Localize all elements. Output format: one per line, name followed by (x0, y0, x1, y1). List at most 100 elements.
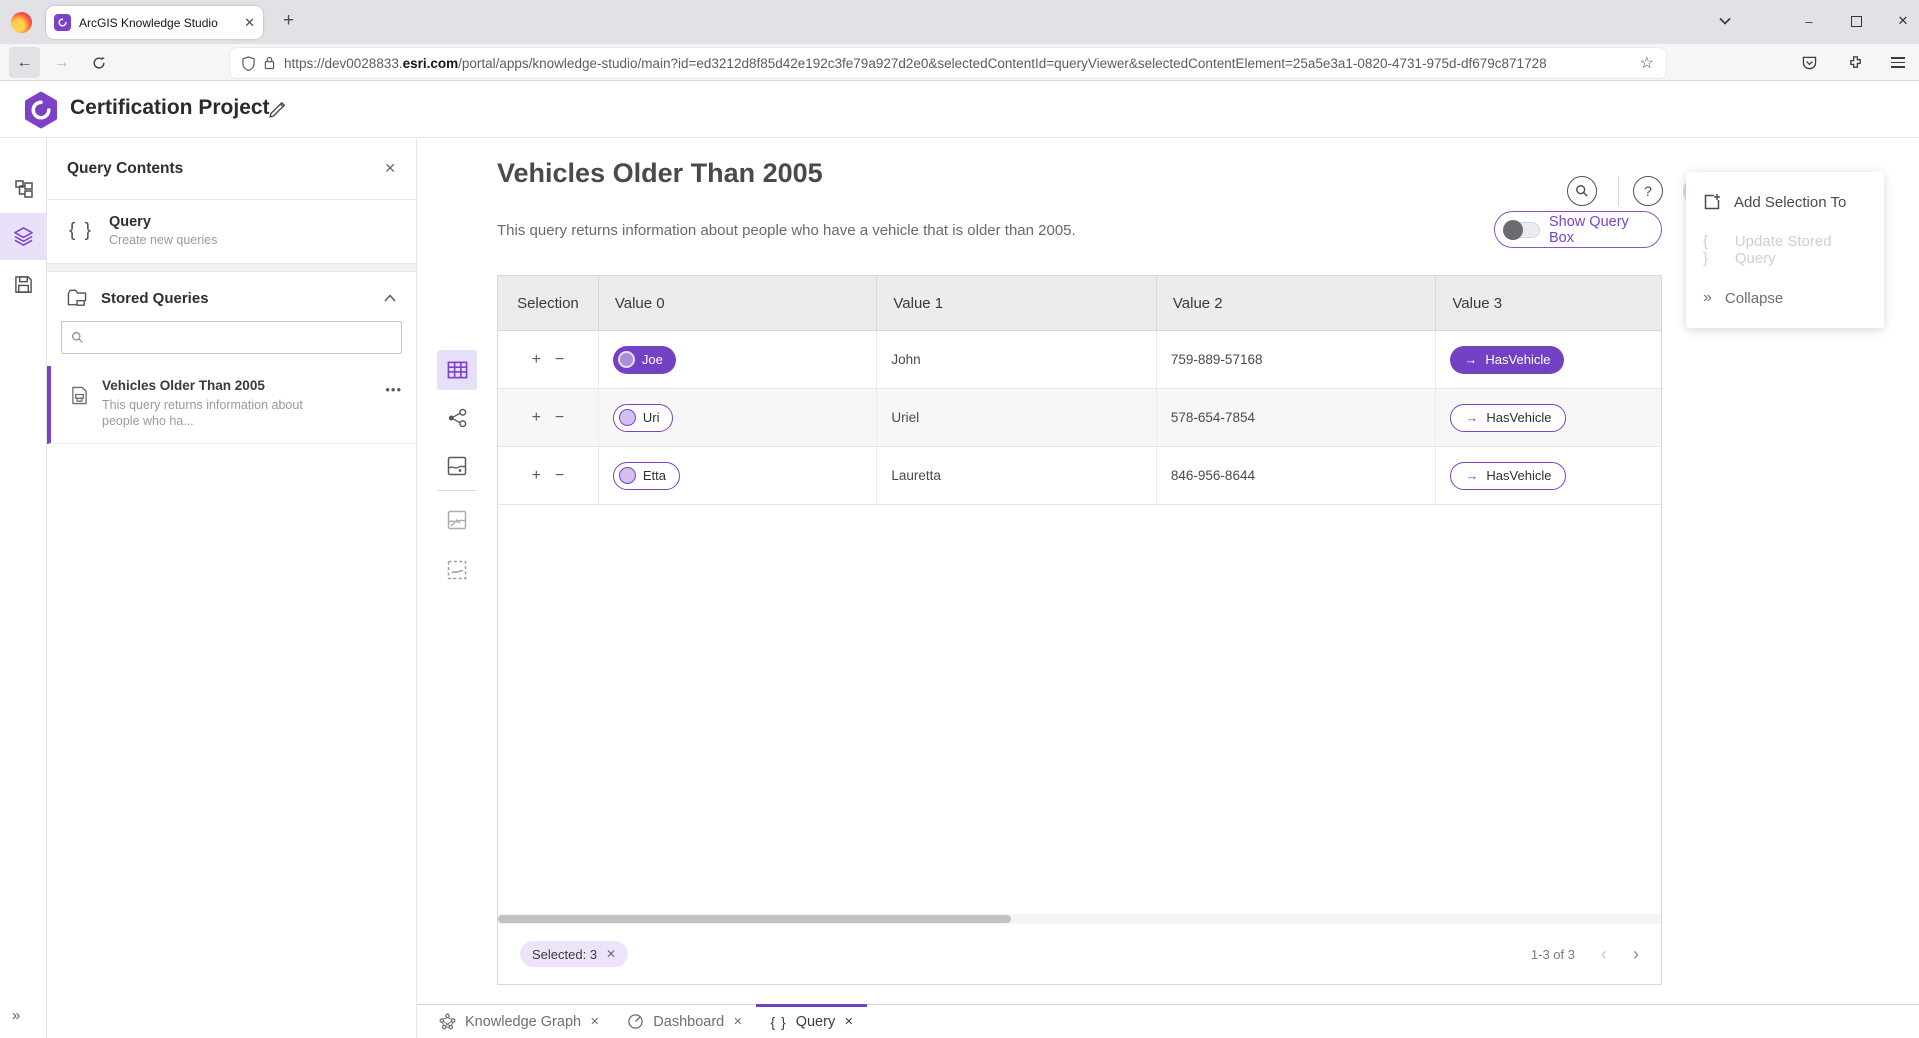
stored-query-options-icon[interactable]: ••• (385, 382, 402, 397)
edit-pencil-icon[interactable] (268, 101, 286, 119)
menu-item-collapse[interactable]: » Collapse (1686, 274, 1884, 322)
table-row[interactable]: + − Joe John 759-889-57168 → HasVehicle (498, 331, 1661, 389)
stored-queries-header[interactable]: Stored Queries (47, 272, 416, 319)
folder-icon (67, 289, 87, 307)
tab-knowledge-graph[interactable]: Knowledge Graph ✕ (425, 1005, 613, 1038)
stored-queries-title: Stored Queries (101, 290, 370, 307)
tab-close-icon[interactable]: ✕ (733, 1015, 742, 1028)
forward-button[interactable]: → (46, 47, 77, 78)
extensions-icon[interactable] (1840, 47, 1871, 78)
cell-value1[interactable]: Uriel (877, 389, 1157, 446)
scrollbar-thumb[interactable] (498, 915, 1011, 923)
link-chart-button[interactable] (437, 398, 477, 438)
map-view-button[interactable] (437, 446, 477, 486)
remove-from-selection-icon[interactable]: − (555, 409, 564, 427)
new-map-from-selection-button[interactable] (437, 500, 477, 540)
horizontal-scrollbar[interactable] (498, 914, 1661, 924)
cell-value1[interactable]: Lauretta (877, 447, 1157, 504)
new-query-item[interactable]: { } Query Create new queries (47, 200, 416, 263)
window-close-button[interactable]: ✕ (1887, 6, 1919, 36)
window-minimize-button[interactable]: – (1793, 6, 1825, 36)
add-to-selection-icon[interactable]: + (532, 409, 541, 427)
menu-hamburger-icon[interactable] (1882, 47, 1913, 78)
braces-icon: { } (69, 220, 93, 242)
stored-queries-search[interactable] (61, 321, 402, 354)
lock-icon[interactable] (264, 56, 275, 70)
table-row[interactable]: + − Uri Uriel 578-654-7854 → HasVehicle (498, 389, 1661, 447)
show-query-box-toggle[interactable] (1504, 222, 1540, 238)
show-query-box-button[interactable]: Show Query Box (1494, 211, 1662, 248)
toolstrip-divider (437, 490, 477, 491)
selected-count-chip[interactable]: Selected: 3 ✕ (520, 941, 628, 967)
search-button[interactable] (1567, 176, 1597, 206)
window-maximize-button[interactable] (1840, 6, 1872, 36)
menu-item-update-stored-query[interactable]: { } Update Stored Query (1686, 226, 1884, 274)
search-icon (1567, 176, 1597, 206)
relationship-pill[interactable]: → HasVehicle (1450, 404, 1566, 432)
app-header: Certification Project ? PL publisher2 la… (0, 81, 1919, 138)
tab-close-icon[interactable]: ✕ (244, 15, 255, 31)
tab-close-icon[interactable]: ✕ (844, 1015, 853, 1028)
relationship-pill[interactable]: → HasVehicle (1450, 346, 1564, 374)
cell-value2[interactable]: 578-654-7854 (1157, 389, 1437, 446)
entity-pill[interactable]: Etta (613, 462, 680, 490)
table-view-button[interactable] (437, 350, 477, 390)
chevron-up-icon[interactable] (384, 294, 396, 302)
map-layers-icon (447, 510, 467, 530)
remove-from-selection-icon[interactable]: − (555, 351, 564, 369)
stored-query-doc-icon (71, 386, 88, 405)
expand-rail-icon[interactable]: » (12, 1007, 20, 1024)
entity-pill[interactable]: Joe (613, 346, 676, 374)
save-button[interactable] (0, 261, 47, 308)
url-bar[interactable]: https://dev0028833.esri.com/portal/apps/… (230, 48, 1666, 78)
cell-value1[interactable]: John (877, 331, 1157, 388)
search-input[interactable] (92, 330, 392, 345)
next-page-icon[interactable]: › (1633, 945, 1639, 963)
back-button[interactable]: ← (9, 47, 40, 78)
add-to-selection-icon[interactable]: + (532, 467, 541, 485)
selection-map-button[interactable] (437, 550, 477, 590)
arrow-right-icon: → (1464, 352, 1477, 367)
header-divider (1618, 176, 1619, 206)
column-header-value3[interactable]: Value 3 (1436, 276, 1661, 330)
data-model-button[interactable] (0, 165, 47, 212)
browser-tab[interactable]: ArcGIS Knowledge Studio ✕ (46, 6, 263, 39)
tab-close-icon[interactable]: ✕ (590, 1015, 599, 1028)
contents-button-active[interactable] (0, 213, 47, 260)
stored-query-item-selected[interactable]: Vehicles Older Than 2005 This query retu… (47, 366, 416, 444)
menu-item-add-selection-to[interactable]: Add Selection To (1686, 178, 1884, 226)
relationship-pill[interactable]: → HasVehicle (1450, 462, 1566, 490)
column-header-value0[interactable]: Value 0 (599, 276, 878, 330)
bookmark-star-icon[interactable]: ☆ (1640, 53, 1654, 73)
entity-dot-icon (619, 409, 636, 426)
tab-dashboard[interactable]: Dashboard ✕ (613, 1005, 756, 1038)
selection-context-menu: Add Selection To { } Update Stored Query… (1686, 172, 1884, 328)
previous-page-icon[interactable]: ‹ (1601, 945, 1607, 963)
pocket-icon[interactable] (1794, 47, 1825, 78)
map-icon (447, 456, 467, 476)
entity-pill[interactable]: Uri (613, 404, 674, 432)
tab-overflow-icon[interactable] (1709, 6, 1741, 36)
new-tab-button[interactable]: + (283, 10, 294, 32)
new-query-subtitle: Create new queries (109, 233, 217, 247)
chip-close-icon[interactable]: ✕ (606, 947, 616, 961)
column-header-value2[interactable]: Value 2 (1157, 276, 1437, 330)
query-contents-panel: Query Contents ✕ { } Query Create new qu… (47, 138, 417, 1038)
table-row[interactable]: + − Etta Lauretta 846-956-8644 → HasVehi… (498, 447, 1661, 505)
cell-value2[interactable]: 846-956-8644 (1157, 447, 1437, 504)
hamburger-bars (1891, 57, 1905, 68)
column-header-value1[interactable]: Value 1 (877, 276, 1157, 330)
tab-query-active[interactable]: { } Query ✕ (756, 1005, 867, 1038)
pagination-label: 1-3 of 3 (1531, 947, 1575, 962)
help-button[interactable]: ? (1633, 176, 1663, 206)
panel-close-icon[interactable]: ✕ (384, 160, 396, 177)
cell-value2[interactable]: 759-889-57168 (1157, 331, 1437, 388)
tracking-shield-icon[interactable] (242, 56, 255, 71)
firefox-logo-icon[interactable] (11, 12, 32, 33)
add-to-selection-icon[interactable]: + (532, 351, 541, 369)
remove-from-selection-icon[interactable]: − (555, 467, 564, 485)
show-query-box-label: Show Query Box (1549, 214, 1647, 246)
reload-button[interactable] (83, 47, 114, 78)
page-title: Vehicles Older Than 2005 (497, 158, 823, 189)
column-header-selection[interactable]: Selection (498, 276, 599, 330)
